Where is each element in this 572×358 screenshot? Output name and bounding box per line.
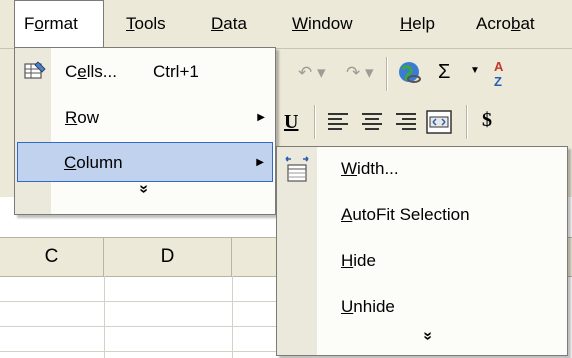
column-header-d[interactable]: D <box>104 238 232 276</box>
grid-line <box>0 326 276 327</box>
redo-icon[interactable]: ↷ ▾ <box>346 63 374 83</box>
menu-item-cells-shortcut: Ctrl+1 <box>153 62 199 81</box>
menu-item-column[interactable]: Column ▶ <box>17 142 273 182</box>
toolbar-separator <box>466 105 467 139</box>
currency-style-button[interactable]: $ <box>482 109 492 132</box>
column-width-icon <box>285 156 309 182</box>
menu-bar: Format Tools Data Window Help Acrobat <box>0 0 572 49</box>
grid-line <box>0 351 276 352</box>
submenu-item-width[interactable]: Width... <box>341 151 399 187</box>
merge-and-center-icon[interactable] <box>424 107 454 137</box>
grid-line <box>232 276 233 358</box>
menu-help[interactable]: Help <box>400 0 435 48</box>
autosum-icon[interactable]: Σ <box>438 61 450 84</box>
submenu-arrow-icon: ▶ <box>257 112 265 123</box>
menu-tools[interactable]: Tools <box>126 0 166 48</box>
column-submenu: Width... AutoFit Selection Hide Unhide » <box>276 146 568 356</box>
grid-line <box>104 276 105 358</box>
submenu-item-autofit-selection[interactable]: AutoFit Selection <box>341 197 470 233</box>
align-right-icon[interactable] <box>392 109 420 135</box>
submenu-arrow-icon: ▶ <box>256 157 264 168</box>
align-left-icon[interactable] <box>324 109 352 135</box>
submenu-item-unhide[interactable]: Unhide <box>341 289 395 325</box>
menu-acrobat[interactable]: Acrobat <box>476 0 535 48</box>
menu-data[interactable]: Data <box>211 0 247 48</box>
menu-item-cells[interactable]: Cells... Ctrl+1 <box>17 52 273 92</box>
insert-hyperlink-icon[interactable] <box>396 59 424 87</box>
underline-button[interactable]: U <box>284 111 298 134</box>
grid-line <box>0 301 276 302</box>
expand-menu-chevron-icon[interactable]: » <box>134 185 152 194</box>
menu-item-column-label: Column <box>64 153 123 172</box>
svg-text:A: A <box>494 59 504 74</box>
expand-menu-chevron-icon[interactable]: » <box>418 332 436 341</box>
menu-window[interactable]: Window <box>292 0 352 48</box>
sort-ascending-icon[interactable]: A Z <box>492 57 510 89</box>
undo-icon[interactable]: ↶ ▾ <box>298 63 326 83</box>
column-header-c[interactable]: C <box>0 238 104 276</box>
menu-format[interactable]: Format <box>14 0 104 49</box>
submenu-item-hide[interactable]: Hide <box>341 243 376 279</box>
align-center-icon[interactable] <box>358 109 386 135</box>
format-menu: Cells... Ctrl+1 Row ▶ Column ▶ » <box>14 47 276 215</box>
toolbar-separator <box>314 105 315 139</box>
menu-item-cells-label: Cells... <box>65 62 117 81</box>
menu-item-row[interactable]: Row ▶ <box>17 98 273 138</box>
format-cells-icon <box>24 61 46 79</box>
autosum-dropdown-icon[interactable]: ▼ <box>470 65 480 76</box>
menu-item-row-label: Row <box>65 108 100 127</box>
toolbar-separator <box>386 57 387 91</box>
svg-text:Z: Z <box>494 74 502 89</box>
